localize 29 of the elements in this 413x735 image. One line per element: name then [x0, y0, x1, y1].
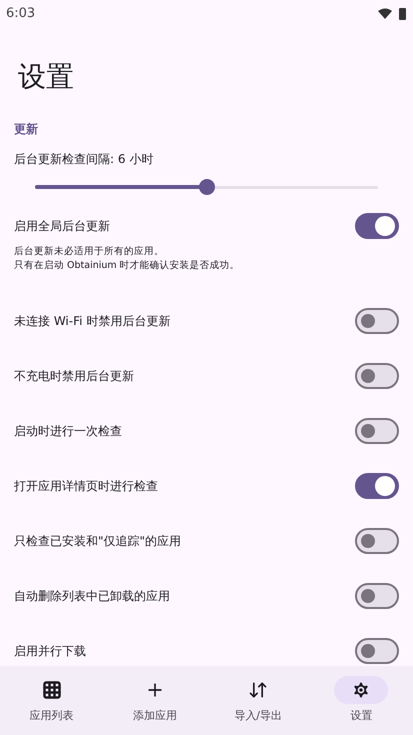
- toggle-switch[interactable]: [355, 308, 399, 334]
- toggle-switch[interactable]: [355, 418, 399, 444]
- interval-label: 后台更新检查间隔: 6 小时: [14, 151, 154, 168]
- toggle-switch[interactable]: [355, 472, 399, 498]
- section-header: 更新: [14, 121, 39, 138]
- nav-tab[interactable]: 导入/导出: [206, 666, 310, 735]
- status-icons: [377, 7, 407, 21]
- setting-label: 只检查已安装和"仅追踪"的应用: [14, 532, 182, 550]
- nav-tab[interactable]: 添加应用: [103, 666, 206, 735]
- setting-label: 自动删除列表中已卸载的应用: [14, 588, 170, 604]
- setting-label: 打开应用详情页时进行检查: [14, 478, 158, 494]
- status-time: 6:03: [6, 5, 36, 24]
- toggle-switch[interactable]: [355, 362, 399, 388]
- toggle-switch[interactable]: [355, 212, 399, 238]
- swap-arrows-icon: [248, 680, 268, 700]
- toggle-switch[interactable]: [355, 528, 399, 554]
- setting-label: 未连接 Wi-Fi 时禁用后台更新: [14, 312, 170, 330]
- setting-note: 只有在启动 Obtainium 时才能确认安装是否成功。: [14, 259, 241, 273]
- toggle-switch[interactable]: [355, 582, 399, 608]
- grid-icon: [42, 680, 62, 700]
- setting-note: 后台更新未必适用于所有的应用。: [14, 245, 165, 259]
- nav-tab[interactable]: 设置: [310, 666, 413, 735]
- toggle-switch[interactable]: [355, 638, 399, 664]
- setting-label: 启用全局后台更新: [14, 218, 110, 234]
- setting-label: 不充电时禁用后台更新: [14, 368, 134, 384]
- setting-label: 启用并行下载: [14, 642, 86, 660]
- setting-label: 启动时进行一次检查: [14, 422, 122, 440]
- page-title: 设置: [17, 59, 75, 95]
- nav-tab[interactable]: 应用列表: [0, 666, 104, 735]
